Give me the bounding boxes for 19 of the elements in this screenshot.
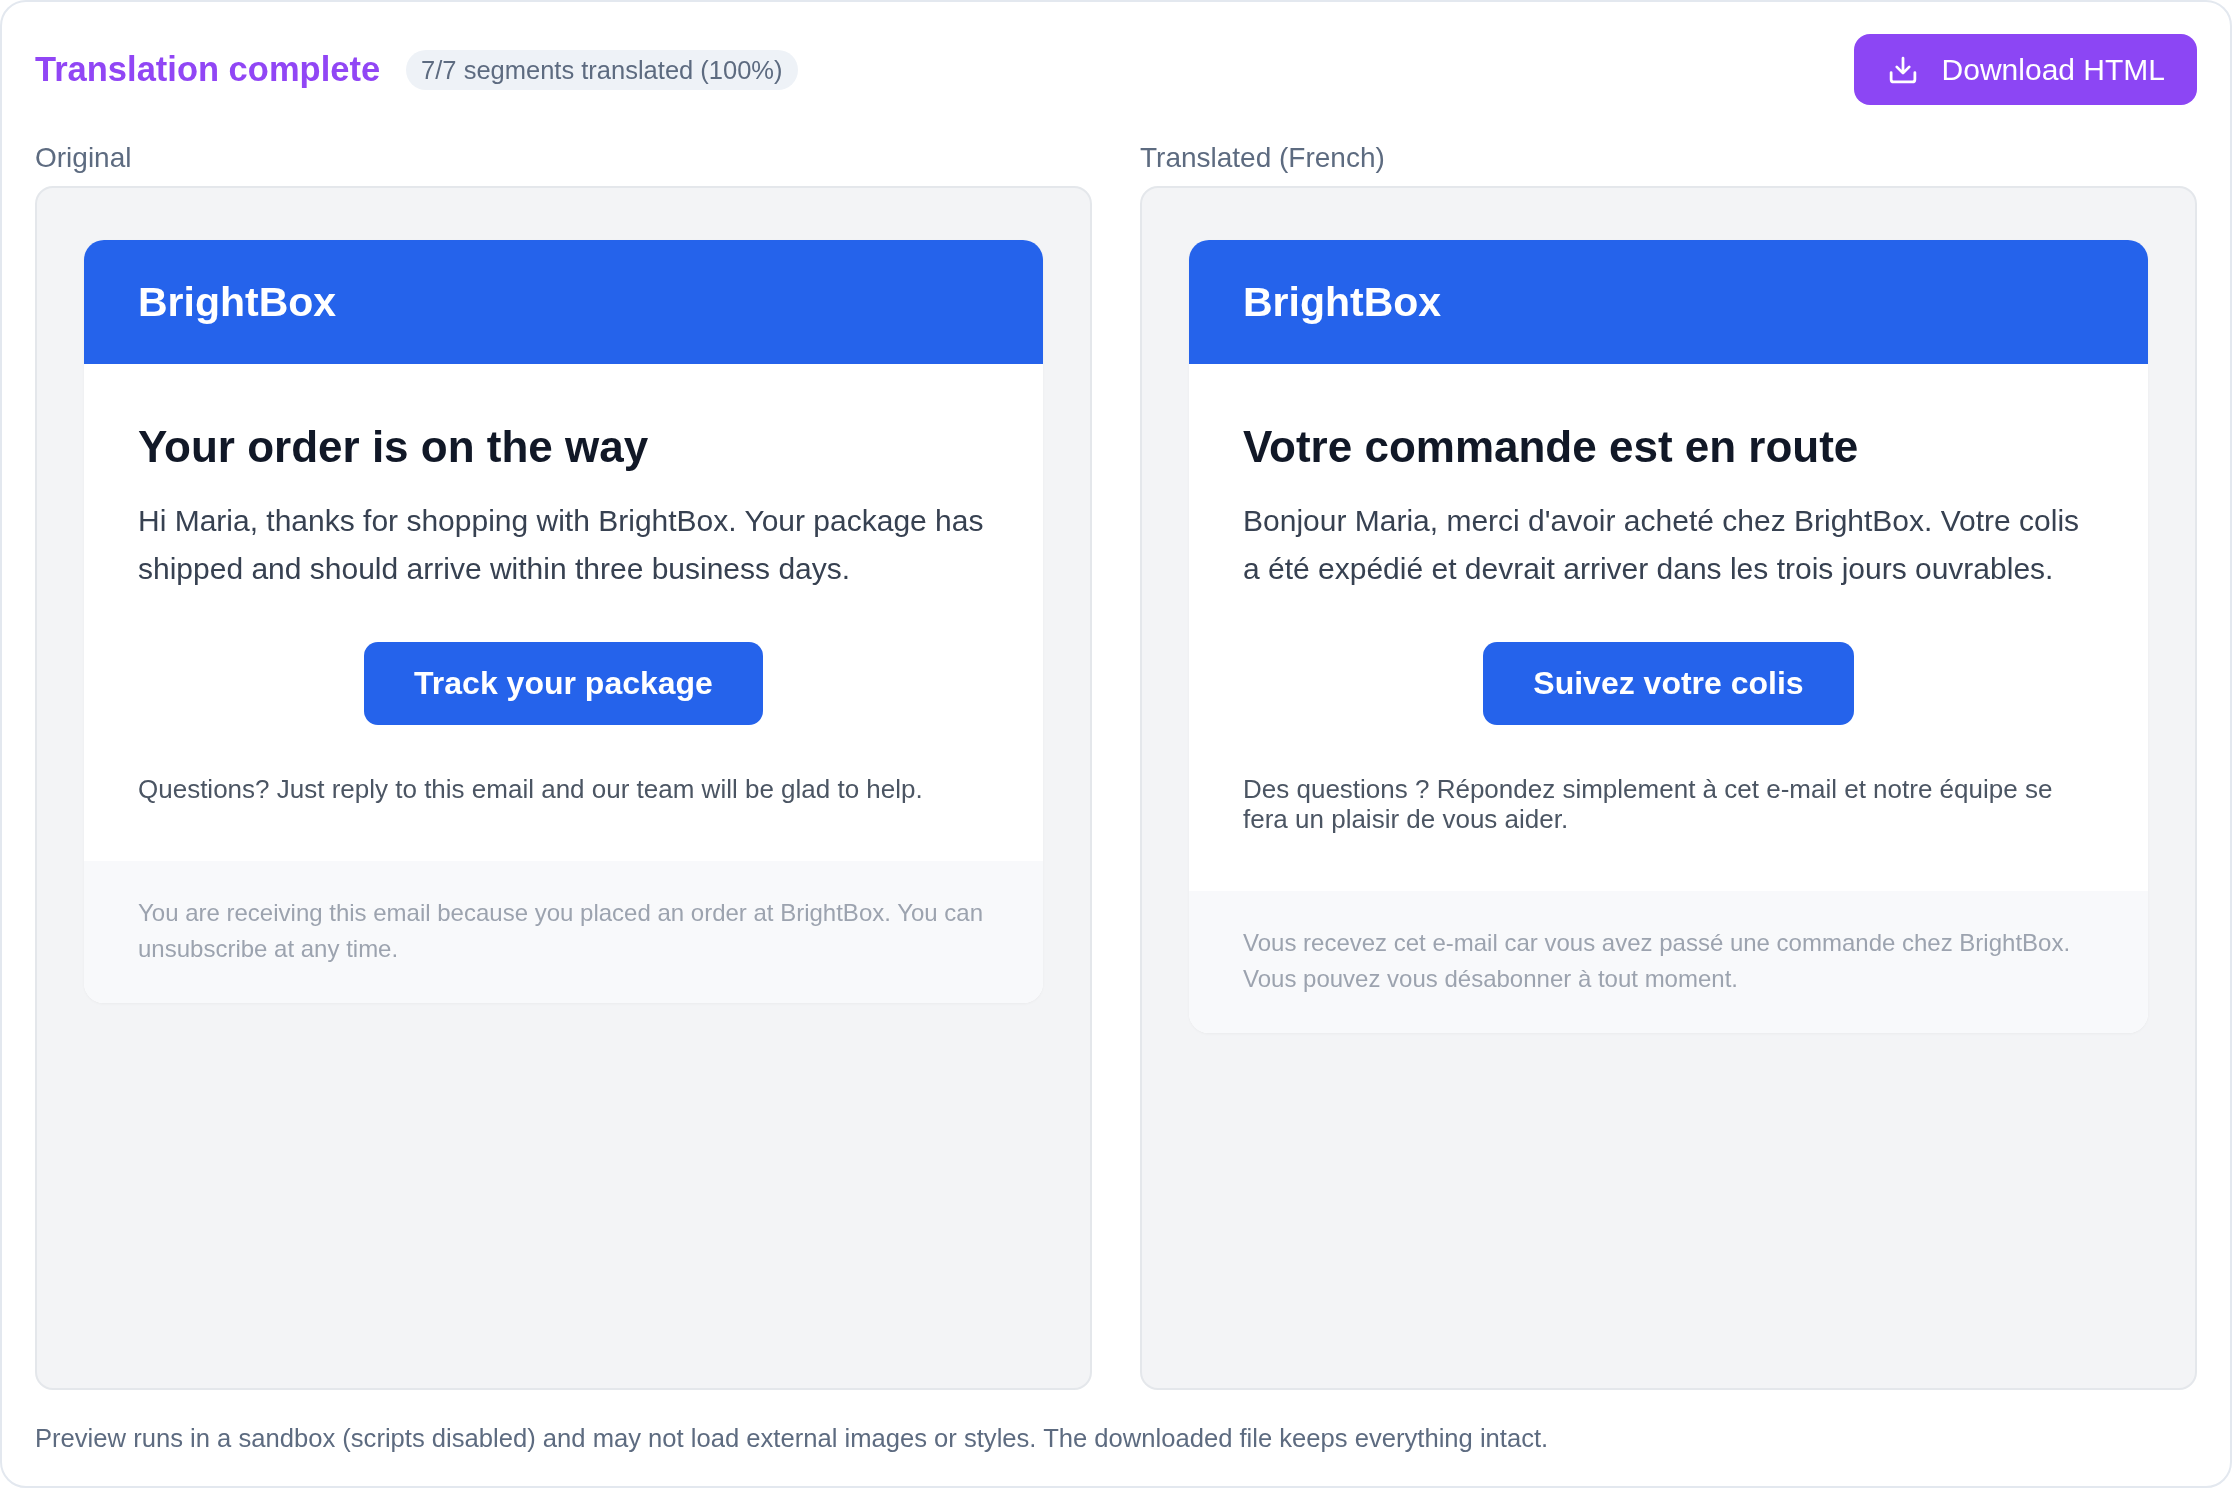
download-button[interactable]: Download HTML (1853, 34, 2197, 105)
email-body-text: Bonjour Maria, merci d'avoir acheté chez BrightBox. Votre colis a été expédié et devrait arriver dans les trois jours ouvrables. (1243, 503, 2081, 587)
help-text: Questions? Just reply to this email and our team will be glad to help. (138, 774, 924, 804)
footer-text: Vous recevez cet e-mail car vous avez passé une commande chez BrightBox. Vous pouvez vous désabonner à tout moment. (1243, 928, 2072, 994)
brand-name: BrightBox (1243, 278, 1442, 326)
help-text: Des questions ? Répondez simplement à cet e-mail et notre équipe se fera un plaisir de vous aider. (1243, 774, 2054, 834)
preview-notice: Preview runs in a sandbox (scripts disabled) and may not load external images or styles. The downloaded file keeps everything intact. (35, 1423, 1549, 1454)
brand-name: BrightBox (138, 278, 337, 326)
email-button[interactable]: Track your package (364, 642, 763, 725)
email-button[interactable]: Suivez votre colis (1483, 642, 1854, 725)
progress-badge: 7/7 segments translated (100%) (406, 49, 798, 90)
email-heading: Votre commande est en route (1243, 421, 1860, 473)
download-icon (1887, 54, 1918, 85)
email-heading: Your order is on the way (138, 421, 650, 473)
pane-label: Translated (French) (1140, 141, 1385, 175)
email-body-text: Hi Maria, thanks for shopping with BrightBox. Your package has shipped and should arrive within three business days. (138, 503, 985, 587)
footer-text: You are receiving this email because you placed an order at BrightBox. You can unsubscribe at any time. (138, 898, 984, 964)
page-title: Translation complete (35, 50, 381, 89)
pane-label: Original (35, 141, 132, 175)
